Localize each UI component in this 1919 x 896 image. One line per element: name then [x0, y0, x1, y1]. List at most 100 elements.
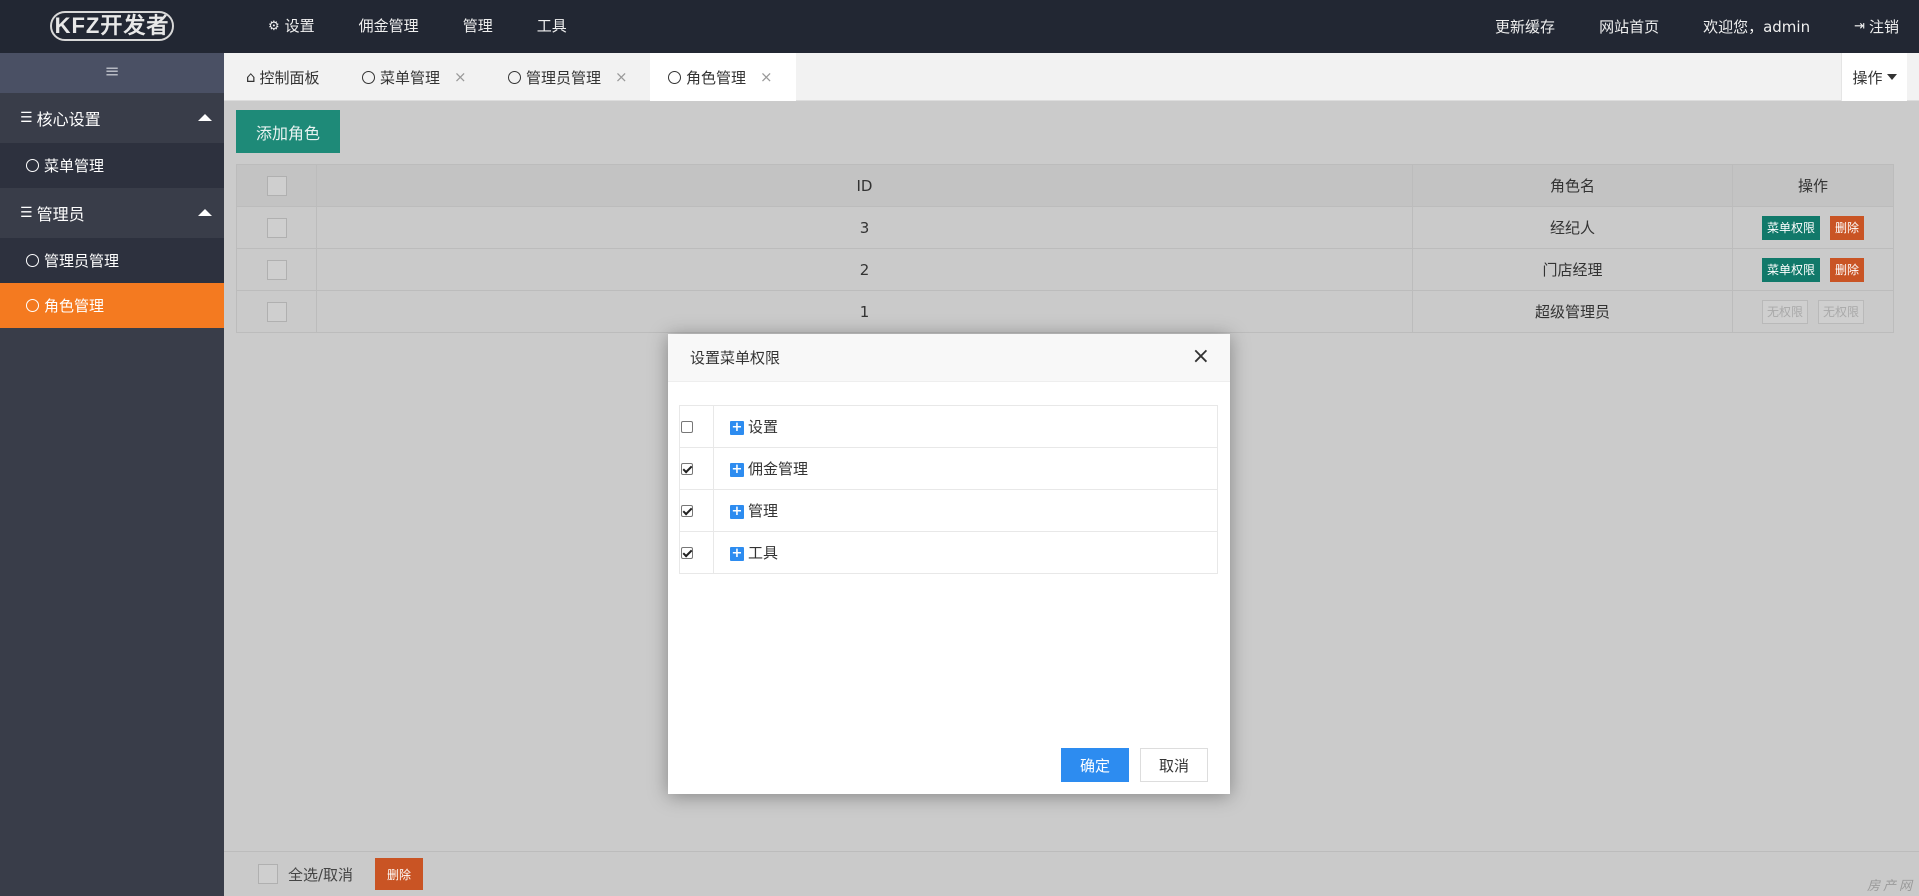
no-permission-button: 无权限: [1761, 299, 1808, 324]
sidebar-group-core-settings[interactable]: ☰ 核心设置: [0, 93, 224, 143]
top-navbar: KFZ开发者 ⚙ 设置 佣金管理 管理 工具 更新缓存 网站首页 欢迎您，admi…: [0, 0, 1919, 53]
select-all-checkbox[interactable]: [266, 175, 287, 196]
select-all-label[interactable]: 全选/取消: [288, 864, 353, 885]
permission-check-cell: [679, 531, 714, 574]
topnav-label: 管理: [462, 17, 493, 35]
sidebar-item-admin-manage[interactable]: 管理员管理: [0, 238, 224, 283]
permission-label: 工具: [748, 544, 779, 562]
expand-plus-icon[interactable]: +: [730, 420, 744, 435]
circle-icon: [26, 299, 39, 312]
column-header-role-name: 角色名: [1412, 164, 1733, 207]
permission-check-cell: [679, 405, 714, 448]
tab-label: 角色管理: [686, 68, 747, 87]
permission-check-cell: [679, 447, 714, 490]
permission-check-cell: [679, 489, 714, 532]
permission-checkbox[interactable]: [681, 463, 693, 475]
footer-select-all-checkbox[interactable]: [258, 864, 278, 884]
permission-label: 管理: [748, 502, 779, 520]
tab-bar: ⌂ 控制面板 菜单管理 × 管理员管理 × 角色管理 × 操作: [224, 53, 1919, 101]
caret-up-icon: [198, 114, 212, 121]
cell-role-name: 门店经理: [1412, 248, 1733, 291]
add-role-button[interactable]: 添加角色: [236, 110, 340, 153]
caret-up-icon: [198, 209, 212, 216]
menu-permission-button[interactable]: 菜单权限: [1761, 215, 1820, 240]
circle-icon: [508, 70, 521, 84]
brand-logo[interactable]: KFZ开发者: [50, 11, 174, 41]
operations-label: 操作: [1852, 68, 1883, 87]
table-footer: 全选/取消 删除: [224, 851, 1919, 896]
logout-link[interactable]: ⇥ 注销: [1854, 16, 1899, 37]
expand-plus-icon[interactable]: +: [730, 462, 744, 477]
permission-row: + 佣金管理: [679, 447, 1218, 490]
topnav-commission[interactable]: 佣金管理: [359, 0, 419, 53]
topnav-tools[interactable]: 工具: [537, 0, 567, 53]
header-checkbox-cell: [236, 164, 317, 207]
sign-out-icon: ⇥: [1854, 19, 1865, 34]
cell-id: 3: [316, 206, 1413, 249]
topnav-settings[interactable]: ⚙ 设置: [268, 0, 315, 53]
close-icon[interactable]: ×: [615, 68, 628, 86]
confirm-button[interactable]: 确定: [1061, 748, 1129, 782]
row-checkbox-cell: [236, 206, 317, 249]
no-permission-button: 无权限: [1818, 299, 1865, 324]
topnav-label: 工具: [536, 17, 567, 35]
sidebar-group-label: 管理员: [36, 205, 85, 224]
cancel-button[interactable]: 取消: [1140, 748, 1208, 782]
sidebar-item-role-manage[interactable]: 角色管理: [0, 283, 224, 328]
permission-row: + 设置: [679, 405, 1218, 448]
circle-icon: [26, 254, 39, 267]
row-checkbox[interactable]: [266, 217, 287, 238]
circle-icon: [26, 159, 39, 172]
table-row: 1 超级管理员 无权限 无权限: [236, 290, 1894, 333]
table-row: 2 门店经理 菜单权限 删除: [236, 248, 1894, 291]
watermark: 房产网: [1866, 879, 1915, 894]
sidebar-toggle-icon[interactable]: ≡: [0, 53, 224, 93]
expand-plus-icon[interactable]: +: [730, 504, 744, 519]
tab-role-manage[interactable]: 角色管理 ×: [650, 53, 796, 101]
permission-checkbox[interactable]: [681, 547, 693, 559]
permission-checkbox[interactable]: [681, 421, 693, 433]
operations-dropdown[interactable]: 操作: [1841, 53, 1907, 101]
close-icon[interactable]: ×: [1192, 346, 1210, 368]
tab-label: 控制面板: [259, 68, 320, 87]
permission-label: 佣金管理: [748, 460, 809, 478]
top-nav: ⚙ 设置 佣金管理 管理 工具: [268, 0, 611, 53]
row-checkbox-cell: [236, 290, 317, 333]
permission-checkbox[interactable]: [681, 505, 693, 517]
cell-role-name: 经纪人: [1412, 206, 1733, 249]
list-icon: ☰: [20, 205, 33, 221]
cell-actions: 菜单权限 删除: [1732, 248, 1894, 291]
refresh-cache-link[interactable]: 更新缓存: [1495, 16, 1555, 37]
tab-dashboard[interactable]: ⌂ 控制面板: [236, 53, 330, 101]
sidebar-group-label: 核心设置: [36, 110, 101, 129]
row-checkbox[interactable]: [266, 301, 287, 322]
close-icon[interactable]: ×: [454, 68, 467, 86]
batch-delete-button[interactable]: 删除: [375, 858, 424, 890]
expand-plus-icon[interactable]: +: [730, 546, 744, 561]
permission-row: + 管理: [679, 489, 1218, 532]
menu-permission-button[interactable]: 菜单权限: [1761, 257, 1820, 282]
topnav-manage[interactable]: 管理: [463, 0, 493, 53]
permission-label-cell: + 设置: [713, 405, 1218, 448]
row-checkbox[interactable]: [266, 259, 287, 280]
cell-role-name: 超级管理员: [1412, 290, 1733, 333]
tab-admin-manage[interactable]: 管理员管理 ×: [498, 53, 638, 101]
permission-row: + 工具: [679, 531, 1218, 574]
delete-button[interactable]: 删除: [1830, 215, 1865, 240]
welcome-user[interactable]: 欢迎您，admin: [1703, 16, 1810, 37]
topnav-label: 佣金管理: [358, 17, 419, 35]
permission-label-cell: + 佣金管理: [713, 447, 1218, 490]
sidebar-group-admin[interactable]: ☰ 管理员: [0, 188, 224, 238]
row-checkbox-cell: [236, 248, 317, 291]
home-icon: ⌂: [246, 68, 256, 86]
close-icon[interactable]: ×: [760, 68, 773, 86]
delete-button[interactable]: 删除: [1830, 257, 1865, 282]
tab-menu-manage[interactable]: 菜单管理 ×: [352, 53, 477, 101]
dialog-header: 设置菜单权限 ×: [668, 334, 1230, 382]
site-home-link[interactable]: 网站首页: [1599, 16, 1659, 37]
column-header-actions: 操作: [1732, 164, 1894, 207]
permission-label-cell: + 管理: [713, 489, 1218, 532]
sidebar-item-menu-manage[interactable]: 菜单管理: [0, 143, 224, 188]
gears-icon: ⚙: [268, 19, 280, 34]
cell-actions: 无权限 无权限: [1732, 290, 1894, 333]
